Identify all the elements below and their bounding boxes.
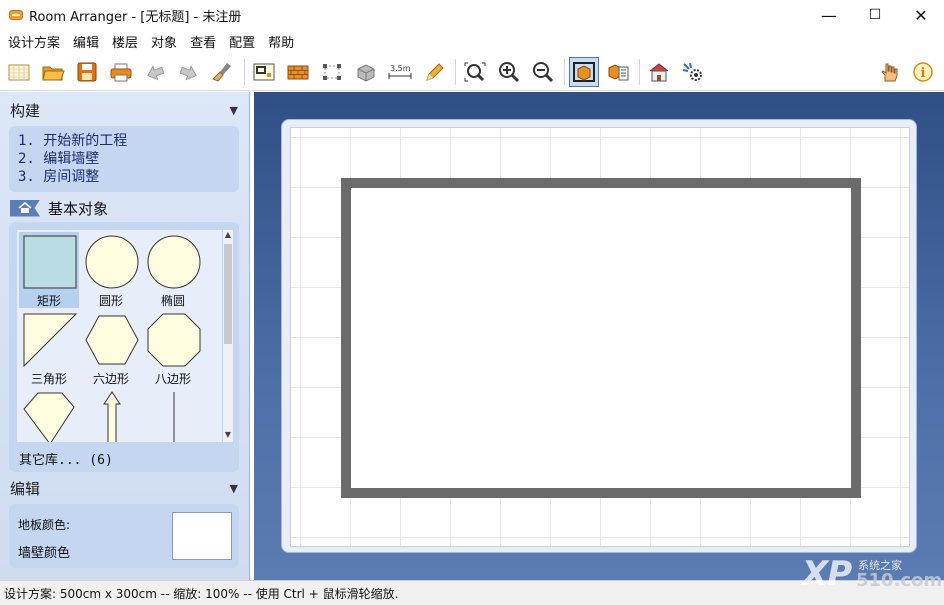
brick-wall-icon[interactable] bbox=[283, 57, 313, 87]
shape-label: 圆形 bbox=[98, 294, 123, 308]
redo-icon[interactable] bbox=[174, 57, 204, 87]
wall-color-label: 墙壁颜色 bbox=[18, 546, 71, 561]
house-tab-icon bbox=[10, 199, 40, 217]
status-text: 设计方案: 500cm x 300cm -- 缩放: 100% -- 使用 Ct… bbox=[4, 586, 399, 601]
open-icon[interactable] bbox=[38, 57, 68, 87]
clean-icon[interactable] bbox=[208, 57, 238, 87]
pencil-icon[interactable] bbox=[419, 57, 449, 87]
house-icon[interactable] bbox=[644, 57, 674, 87]
build-steps: 1. 开始新的工程 2. 编辑墙壁 3. 房间调整 bbox=[9, 126, 239, 192]
edit-title: 编辑 bbox=[10, 479, 41, 498]
shapes-panel: 矩形 圆形 椭圆 三角形 六边形 八边形 ▲ ▼ 其它库... (6) bbox=[9, 222, 239, 472]
zoom-fit-icon[interactable] bbox=[460, 57, 490, 87]
shape-arrow[interactable] bbox=[81, 388, 141, 442]
menu-object[interactable]: 对象 bbox=[147, 32, 181, 51]
menu-bar: 设计方案 编辑 楼层 对象 查看 配置 帮助 bbox=[0, 30, 944, 52]
floor-plan-grid[interactable] bbox=[290, 127, 910, 547]
menu-floor[interactable]: 楼层 bbox=[108, 32, 142, 51]
basic-objects-header[interactable]: 基本对象 bbox=[10, 197, 108, 219]
scroll-down-icon[interactable]: ▼ bbox=[223, 430, 233, 442]
toolbar-separator bbox=[639, 59, 640, 85]
close-button[interactable]: ✕ bbox=[898, 0, 944, 30]
shape-label: 矩形 bbox=[36, 294, 61, 308]
build-step-new-project[interactable]: 1. 开始新的工程 bbox=[18, 132, 239, 150]
shape-rectangle[interactable]: 矩形 bbox=[19, 232, 79, 308]
shape-label: 椭圆 bbox=[160, 294, 185, 308]
edit-section-header[interactable]: 编辑 ▼ bbox=[0, 474, 250, 502]
menu-help[interactable]: 帮助 bbox=[264, 32, 298, 51]
watermark-big: XP bbox=[802, 554, 852, 594]
scrollbar-thumb[interactable] bbox=[224, 244, 232, 344]
window-title: Room Arranger - [无标题] - 未注册 bbox=[29, 9, 242, 25]
wall-editor-icon[interactable] bbox=[249, 57, 279, 87]
floor-color-label: 地板颜色: bbox=[18, 518, 71, 532]
shape-hexagon[interactable]: 六边形 bbox=[81, 310, 141, 386]
shapes-scrollbar[interactable]: ▲ ▼ bbox=[223, 230, 233, 442]
toolbar: 3.5m i bbox=[0, 54, 944, 91]
edit-panel: 地板颜色: 墙壁颜色 bbox=[9, 504, 239, 568]
shape-octagon[interactable]: 八边形 bbox=[143, 310, 203, 386]
shape-label: 八边形 bbox=[154, 372, 191, 386]
design-canvas-area[interactable] bbox=[254, 92, 944, 580]
shape-line[interactable] bbox=[143, 388, 203, 442]
shape-ellipse[interactable]: 椭圆 bbox=[143, 232, 203, 308]
watermark-logo: XP 系统之家 510.com bbox=[802, 554, 942, 594]
menu-design[interactable]: 设计方案 bbox=[4, 32, 64, 51]
hand-icon[interactable] bbox=[874, 57, 904, 87]
minimize-button[interactable]: — bbox=[806, 0, 852, 30]
print-icon[interactable] bbox=[106, 57, 136, 87]
collapse-arrow-icon[interactable]: ▼ bbox=[230, 104, 238, 117]
save-icon[interactable] bbox=[72, 57, 102, 87]
floor-color-swatch[interactable] bbox=[172, 512, 232, 560]
room-walls[interactable] bbox=[341, 178, 861, 498]
watermark-num: 510.com bbox=[856, 570, 943, 591]
scroll-up-icon[interactable]: ▲ bbox=[223, 230, 233, 242]
title-bar: Room Arranger - [无标题] - 未注册 — ☐ ✕ bbox=[0, 0, 944, 30]
shape-label: 三角形 bbox=[30, 372, 67, 386]
toolbar-separator bbox=[564, 59, 565, 85]
toolbar-separator bbox=[455, 59, 456, 85]
zoom-in-icon[interactable] bbox=[494, 57, 524, 87]
app-icon bbox=[9, 10, 23, 20]
settings-icon[interactable] bbox=[678, 57, 708, 87]
new-plan-icon[interactable] bbox=[4, 57, 34, 87]
build-section-header[interactable]: 构建 ▼ bbox=[0, 96, 250, 124]
measure-icon[interactable]: 3.5m bbox=[385, 57, 415, 87]
collapse-arrow-icon[interactable]: ▼ bbox=[230, 482, 238, 495]
menu-edit[interactable]: 编辑 bbox=[69, 32, 103, 51]
build-title: 构建 bbox=[10, 101, 41, 120]
build-step-room-adjust[interactable]: 3. 房间调整 bbox=[18, 168, 239, 186]
window-controls: — ☐ ✕ bbox=[806, 0, 944, 30]
shape-circle[interactable]: 圆形 bbox=[81, 232, 141, 308]
3d-view-icon[interactable] bbox=[569, 57, 599, 87]
shape-label: 六边形 bbox=[92, 372, 129, 386]
shapes-grid: 矩形 圆形 椭圆 三角形 六边形 八边形 bbox=[17, 230, 222, 442]
toolbar-separator bbox=[244, 59, 245, 85]
svg-text:i: i bbox=[921, 66, 926, 81]
left-panel: 构建 ▼ 1. 开始新的工程 2. 编辑墙壁 3. 房间调整 基本对象 矩形 圆… bbox=[0, 92, 250, 580]
3d-box-icon[interactable] bbox=[351, 57, 381, 87]
shape-triangle[interactable]: 三角形 bbox=[19, 310, 79, 386]
undo-icon[interactable] bbox=[140, 57, 170, 87]
select-points-icon[interactable] bbox=[317, 57, 347, 87]
info-icon[interactable]: i bbox=[908, 57, 938, 87]
menu-view[interactable]: 查看 bbox=[186, 32, 220, 51]
measure-text: 3.5m bbox=[390, 64, 411, 73]
canvas-frame bbox=[281, 119, 917, 553]
basic-objects-title: 基本对象 bbox=[48, 199, 109, 218]
maximize-button[interactable]: ☐ bbox=[852, 0, 898, 30]
build-step-edit-walls[interactable]: 2. 编辑墙壁 bbox=[18, 150, 239, 168]
menu-config[interactable]: 配置 bbox=[225, 32, 259, 51]
objects-list-icon[interactable] bbox=[603, 57, 633, 87]
shape-polygon[interactable] bbox=[19, 388, 79, 442]
more-libraries-link[interactable]: 其它库... (6) bbox=[19, 449, 113, 468]
zoom-out-icon[interactable] bbox=[528, 57, 558, 87]
